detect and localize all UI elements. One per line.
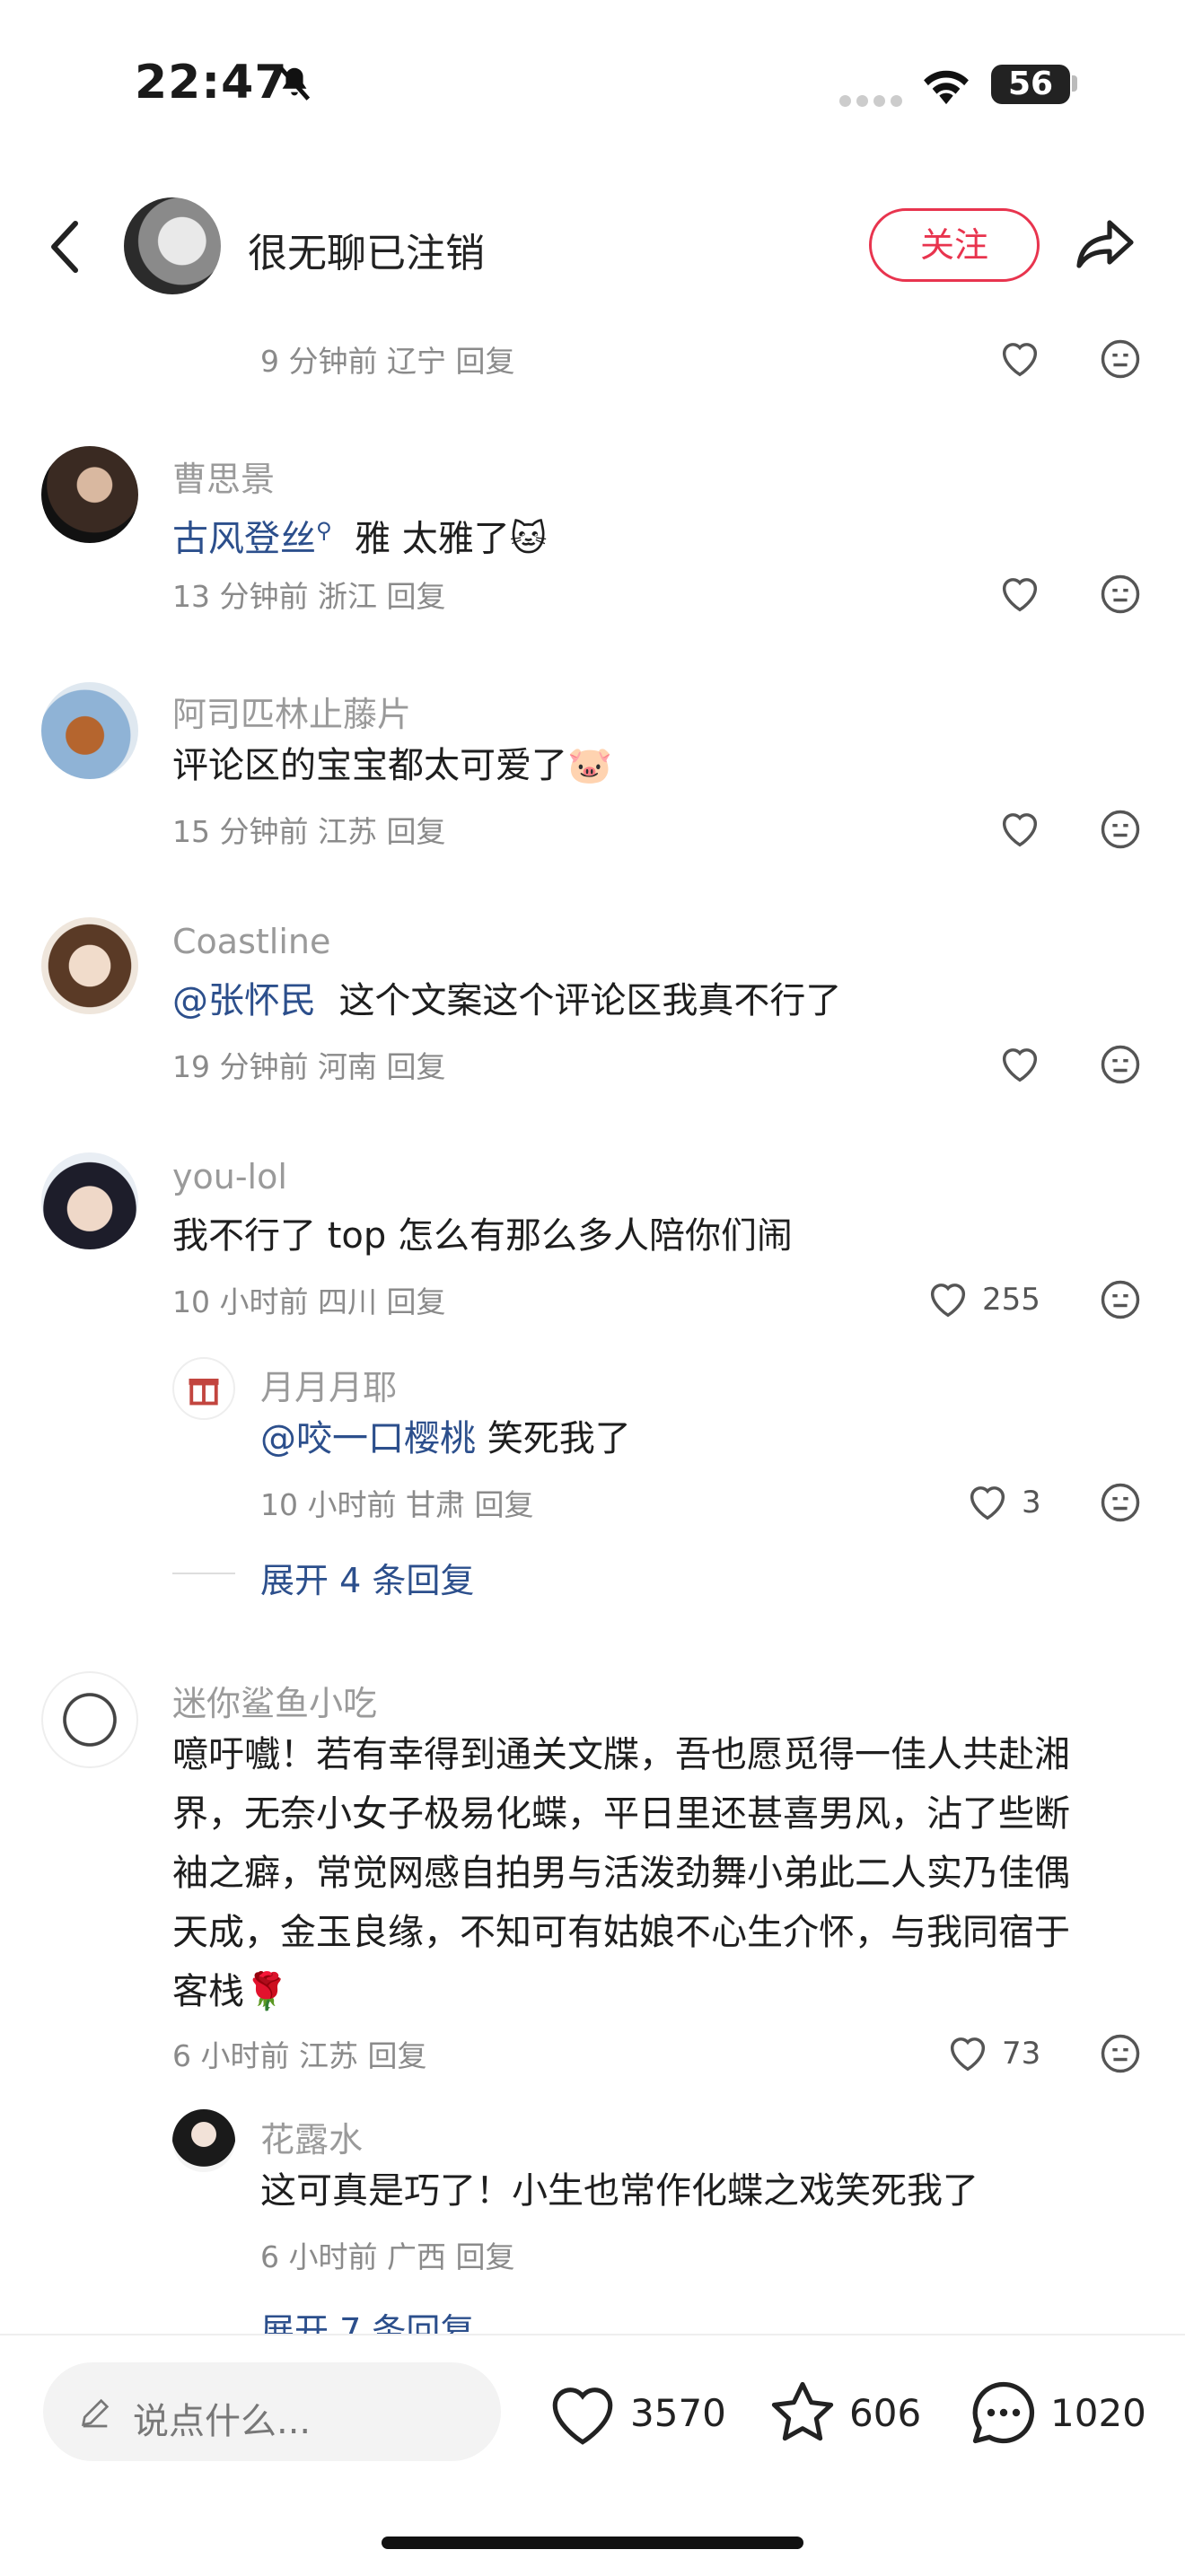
mute-bell-icon	[278, 66, 311, 101]
heart-icon[interactable]	[996, 571, 1043, 618]
comment-username[interactable]: you-lol	[172, 1157, 287, 1196]
reply-link[interactable]: 回复	[386, 1049, 445, 1084]
like-count: 3	[1022, 1485, 1041, 1520]
comment-text: @张怀民 这个文案这个评论区我真不行了	[172, 980, 842, 1021]
back-arrow-icon[interactable]	[47, 220, 83, 274]
dislike-face-icon[interactable]	[1097, 1276, 1144, 1323]
avatar[interactable]	[172, 1357, 235, 1420]
comment-meta: 6 小时前 江苏 回复	[172, 2038, 427, 2073]
reply-meta: 10 小时前 甘肃 回复	[260, 1487, 534, 1522]
divider	[172, 1573, 235, 1574]
avatar[interactable]	[172, 2109, 235, 2172]
reply-link[interactable]: 回复	[368, 2038, 427, 2073]
heart-icon[interactable]	[925, 1276, 971, 1323]
comment-meta: 10 小时前 四川 回复	[172, 1284, 446, 1319]
signal-dots-icon	[839, 93, 908, 110]
comment-total: 1020	[1050, 2391, 1146, 2435]
mention-link[interactable]: @张怀民	[172, 980, 316, 1021]
like-total: 3570	[630, 2391, 726, 2435]
cat-emoji: 🐱	[509, 518, 548, 560]
comment-text: 我不行了 top 怎么有那么多人陪你们闹	[172, 1215, 793, 1257]
comment-username[interactable]: 迷你鲨鱼小吃	[172, 1676, 377, 1725]
pencil-icon	[81, 2398, 110, 2428]
comment-input-placeholder[interactable]: 说点什么...	[133, 2392, 311, 2444]
avatar[interactable]	[41, 682, 138, 779]
dislike-face-icon[interactable]	[1097, 1041, 1144, 1088]
heart-icon[interactable]	[996, 806, 1043, 853]
comment-username[interactable]: 阿司匹林止藤片	[172, 687, 411, 736]
dislike-face-icon[interactable]	[1097, 1479, 1144, 1526]
search-icon: ⚲	[316, 518, 332, 543]
like-count: 73	[1002, 2036, 1041, 2072]
comment-meta: 19 分钟前 河南 回复	[172, 1049, 446, 1084]
heart-icon[interactable]	[944, 2030, 991, 2077]
comment-username[interactable]: Coastline	[172, 922, 330, 961]
wifi-icon	[924, 70, 969, 105]
reply-link[interactable]: 回复	[386, 1284, 445, 1319]
author-name[interactable]: 很无聊已注销	[248, 221, 485, 278]
comment-text: 评论区的宝宝都太可爱了🐷	[172, 745, 612, 786]
favorite-star-icon[interactable]	[767, 2377, 838, 2449]
reply-text: @咬一口樱桃 笑死我了	[260, 1418, 631, 1459]
comment-text: 古风登丝⚲ 雅 太雅了🐱	[172, 518, 548, 560]
gift-icon	[189, 1379, 219, 1406]
expand-replies-link[interactable]: 展开 4 条回复	[260, 1553, 474, 1602]
follow-button[interactable]: 关注	[869, 208, 1040, 282]
home-indicator[interactable]	[382, 2537, 803, 2549]
pig-emoji: 🐷	[567, 745, 612, 786]
reply-link[interactable]: 回复	[386, 814, 445, 849]
heart-icon[interactable]	[996, 1041, 1043, 1088]
heart-icon[interactable]	[964, 1479, 1011, 1526]
heart-icon[interactable]	[996, 336, 1043, 382]
reply-meta: 6 小时前 广西 回复	[260, 2239, 515, 2274]
rose-emoji: 🌹	[244, 1971, 289, 2012]
mention-link[interactable]: @咬一口樱桃	[260, 1418, 476, 1459]
avatar[interactable]	[41, 446, 138, 543]
like-count: 255	[982, 1282, 1040, 1318]
battery-cap	[1072, 75, 1077, 92]
comment-username[interactable]: 曹思景	[172, 451, 275, 501]
avatar[interactable]	[41, 917, 138, 1014]
dislike-face-icon[interactable]	[1097, 336, 1144, 382]
favorite-total: 606	[849, 2391, 922, 2435]
reply-link[interactable]: 回复	[474, 1487, 533, 1522]
reply-username[interactable]: 花露水	[260, 2112, 363, 2161]
comment-meta: 15 分钟前 江苏 回复	[172, 814, 446, 849]
comment-meta: 9 分钟前 辽宁 回复	[260, 344, 515, 379]
like-heart-icon[interactable]	[546, 2380, 619, 2449]
dislike-face-icon[interactable]	[1097, 2030, 1144, 2077]
comment-bubble-icon[interactable]	[966, 2375, 1041, 2450]
dislike-face-icon[interactable]	[1097, 571, 1144, 618]
reply-link[interactable]: 回复	[456, 2239, 515, 2274]
battery-indicator: 56	[991, 65, 1070, 104]
reply-username[interactable]: 月月月耶	[260, 1360, 397, 1409]
comment-meta: 13 分钟前 浙江 回复	[172, 579, 446, 614]
topic-link[interactable]: 古风登丝	[172, 518, 316, 559]
avatar[interactable]	[41, 1671, 138, 1768]
share-icon[interactable]	[1074, 212, 1138, 276]
status-time: 22:47	[135, 56, 288, 110]
reply-text: 这可真是巧了！小生也常作化蝶之戏笑死我了	[260, 2170, 979, 2212]
reply-link[interactable]: 回复	[386, 579, 445, 614]
comment-text: 噫吁嚱！若有幸得到通关文牒，吾也愿觅得一佳人共赴湘 界，无奈小女子极易化蝶，平日…	[172, 1734, 1070, 2012]
avatar[interactable]	[41, 1152, 138, 1249]
dislike-face-icon[interactable]	[1097, 806, 1144, 853]
reply-link[interactable]: 回复	[456, 344, 515, 379]
author-avatar[interactable]	[124, 197, 221, 294]
